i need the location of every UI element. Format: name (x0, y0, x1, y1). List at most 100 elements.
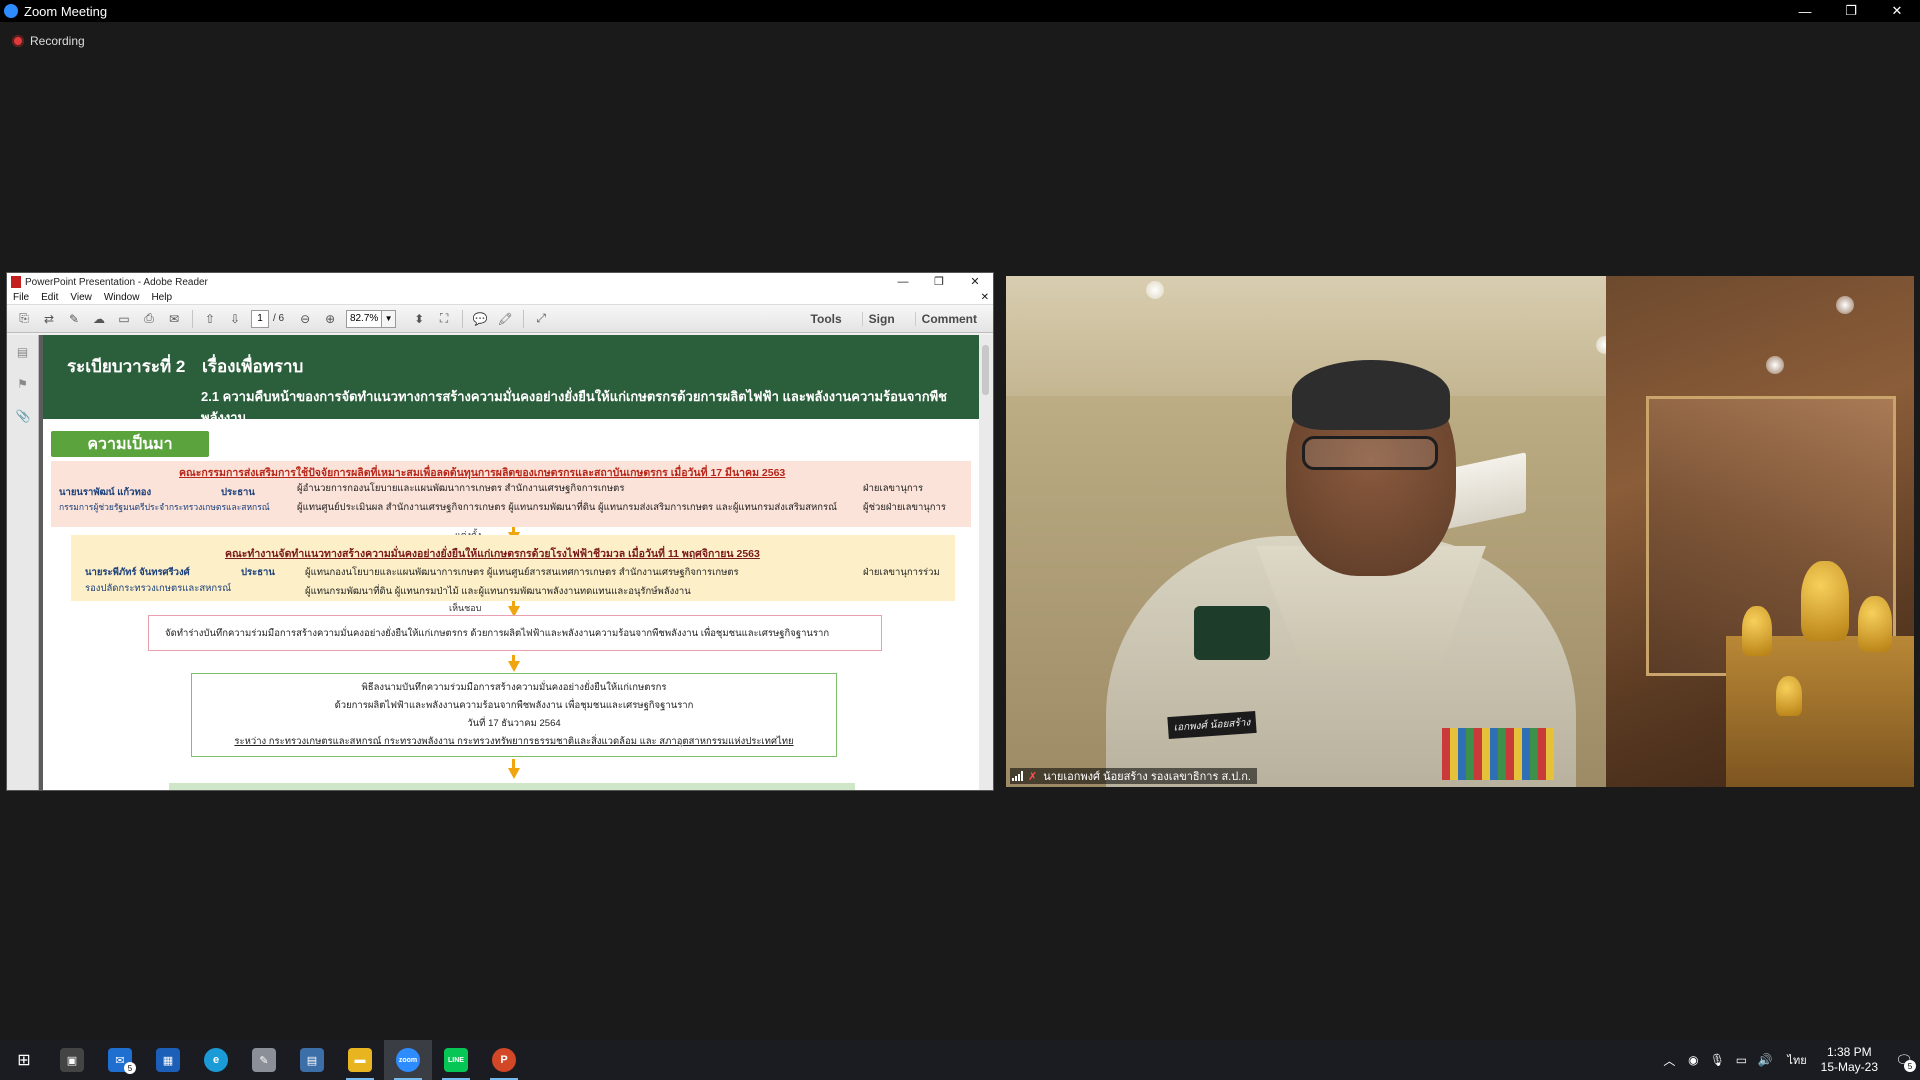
terminal-icon: ▣ (60, 1048, 84, 1072)
committee-box: คณะกรรมการส่งเสริมการใช้ปัจจัยการผลิตที่… (51, 461, 971, 527)
adobe-title: PowerPoint Presentation - Adobe Reader (25, 276, 208, 288)
notification-count: 5 (1904, 1060, 1916, 1072)
network-icon[interactable]: ▭ (1729, 1053, 1753, 1067)
working-group-box: คณะทำงานจัดทำแนวทางสร้างความมั่นคงอย่างย… (71, 535, 955, 601)
menu-file[interactable]: File (13, 292, 29, 303)
create-pdf-icon[interactable]: ⎘ (15, 310, 33, 328)
minimize-button[interactable]: — (1782, 0, 1828, 22)
save-icon[interactable]: ▭ (115, 310, 133, 328)
altar-shelf (1726, 636, 1914, 787)
participant-video[interactable]: เอกพงศ์ น้อยสร้าง ✗ นายเอกพงศ์ น้อยสร้าง… (1006, 276, 1914, 787)
buddha-statue (1858, 596, 1892, 652)
chevron-up-icon[interactable]: ︿ (1657, 1052, 1681, 1069)
windows-icon: ⊞ (17, 1052, 31, 1069)
edge-icon: e (204, 1048, 228, 1072)
page-thumbnails-icon[interactable]: ▤ (16, 345, 30, 361)
taskbar-line[interactable]: LINE (432, 1040, 480, 1080)
powerpoint-icon: P (492, 1048, 516, 1072)
volume-icon[interactable]: 🔊 (1753, 1053, 1777, 1067)
vertical-scrollbar[interactable] (979, 335, 993, 790)
edit-icon[interactable]: ✎ (65, 310, 83, 328)
working-group-heading: คณะทำงานจัดทำแนวทางสร้างความมั่นคงอย่างย… (225, 548, 760, 560)
comment-button[interactable]: Comment (914, 312, 983, 326)
adobe-minimize-button[interactable]: — (885, 273, 921, 291)
chevron-down-icon[interactable]: ▼ (382, 309, 397, 328)
menu-view[interactable]: View (70, 292, 92, 303)
participant-person: เอกพงศ์ น้อยสร้าง (1066, 316, 1586, 787)
participant-name-label: ✗ นายเอกพงศ์ น้อยสร้าง รองเลขาธิการ ส.ป.… (1010, 768, 1257, 784)
prev-page-icon[interactable]: ⇧ (201, 310, 219, 328)
bookmark-icon[interactable]: ⚑ (16, 377, 30, 393)
taskbar-powerpoint[interactable]: P (480, 1040, 528, 1080)
toolbar-divider (462, 309, 464, 328)
calendar-icon: ▦ (156, 1048, 180, 1072)
attachment-icon[interactable]: 📎 (16, 409, 31, 425)
mou-draft-text: จัดทำร่างบันทึกความร่วมมือการสร้างความมั… (165, 627, 830, 639)
navigation-pane: ▤ ⚑ 📎 (7, 335, 39, 790)
taskbar-explorer[interactable]: ▬ (336, 1040, 384, 1080)
taskbar-edge[interactable]: e (192, 1040, 240, 1080)
input-language[interactable]: ไทย (1787, 1051, 1806, 1069)
highlight-icon[interactable]: 🖍 (496, 310, 514, 328)
comment-bubble-icon[interactable]: 💬 (471, 310, 489, 328)
slide-subtitle: 2.1 ความคืบหน้าของการจัดทำแนวทางการสร้าง… (201, 389, 947, 425)
next-page-icon[interactable]: ⇩ (226, 310, 244, 328)
start-button[interactable]: ⊞ (0, 1040, 48, 1080)
adobe-restore-button[interactable]: ❐ (921, 273, 957, 291)
taskbar-calendar[interactable]: ▦ (144, 1040, 192, 1080)
buddha-statue (1776, 676, 1802, 716)
glasses (1302, 436, 1438, 470)
member-line-1: ผู้อำนวยการกองนโยบายและแผนพัฒนาการเกษตร … (297, 483, 625, 494)
zoom-in-icon[interactable]: ⊕ (321, 310, 339, 328)
notification-center[interactable]: 🗨 5 (1888, 1040, 1920, 1080)
expand-icon[interactable]: ⤢ (532, 310, 550, 328)
folder-icon: ▬ (348, 1048, 372, 1072)
zoom-input[interactable]: 82.7% (346, 309, 383, 328)
paint-icon: ✎ (252, 1048, 276, 1072)
taskbar-zoom[interactable]: zoom (384, 1040, 432, 1080)
clock[interactable]: 1:38 PM 15-May-23 (1821, 1045, 1878, 1075)
close-button[interactable]: ✕ (1874, 0, 1920, 22)
adobe-close-button[interactable]: ✕ (957, 273, 993, 291)
page-number-input[interactable]: 1 (251, 309, 269, 328)
email-icon[interactable]: ✉ (165, 310, 183, 328)
tools-button[interactable]: Tools (805, 312, 848, 326)
fit-width-icon[interactable]: ⛶ (435, 310, 453, 328)
zoom-logo-icon (4, 4, 18, 18)
zoom-icon: zoom (396, 1048, 420, 1072)
restore-button[interactable]: ❐ (1828, 0, 1874, 22)
sign-button[interactable]: Sign (861, 312, 901, 326)
wg-chair-role: ประธาน (241, 567, 275, 578)
cloud-icon[interactable]: ☁ (90, 310, 108, 328)
taskbar-mail[interactable]: ✉ 5 (96, 1040, 144, 1080)
camera-icon[interactable]: ◉ (1681, 1053, 1705, 1067)
participant-hair (1292, 360, 1450, 430)
wg-chair-name: นายระพีภัทร์ จันทรศรีวงศ์ (85, 567, 190, 578)
taskbar-terminal[interactable]: ▣ (48, 1040, 96, 1080)
agenda-number: ระเบียบวาระที่ 2 (67, 357, 186, 376)
mail-badge: 5 (124, 1062, 136, 1074)
adobe-window-controls: — ❐ ✕ (885, 273, 993, 291)
fit-page-icon[interactable]: ⬍ (410, 310, 428, 328)
zoom-out-icon[interactable]: ⊖ (296, 310, 314, 328)
menu-window[interactable]: Window (104, 292, 140, 303)
window-title: Zoom Meeting (24, 3, 108, 19)
document-close-button[interactable]: ✕ (981, 292, 989, 303)
scrollbar-thumb[interactable] (982, 345, 989, 395)
microphone-icon[interactable]: 🎙 (1705, 1053, 1729, 1067)
recording-indicator[interactable]: Recording (12, 34, 85, 48)
menu-help[interactable]: Help (151, 292, 172, 303)
assistant-secretary-label: ผู้ช่วยฝ่ายเลขานุการ (863, 502, 946, 513)
print-icon[interactable]: ⎙ (140, 310, 158, 328)
wg-member-line-2: ผู้แทนกรมพัฒนาที่ดิน ผู้แทนกรมป่าไม้ และ… (305, 586, 691, 597)
window-controls: — ❐ ✕ (1782, 0, 1920, 22)
convert-icon[interactable]: ⇄ (40, 310, 58, 328)
taskbar-paint[interactable]: ✎ (240, 1040, 288, 1080)
taskbar-calculator[interactable]: ▤ (288, 1040, 336, 1080)
record-icon (12, 35, 24, 47)
down-arrow-icon (508, 768, 520, 779)
menu-edit[interactable]: Edit (41, 292, 58, 303)
next-step-box (169, 783, 855, 790)
signing-date: วันที่ 17 ธันวาคม 2564 (467, 718, 561, 729)
toolbar-divider (523, 309, 525, 328)
